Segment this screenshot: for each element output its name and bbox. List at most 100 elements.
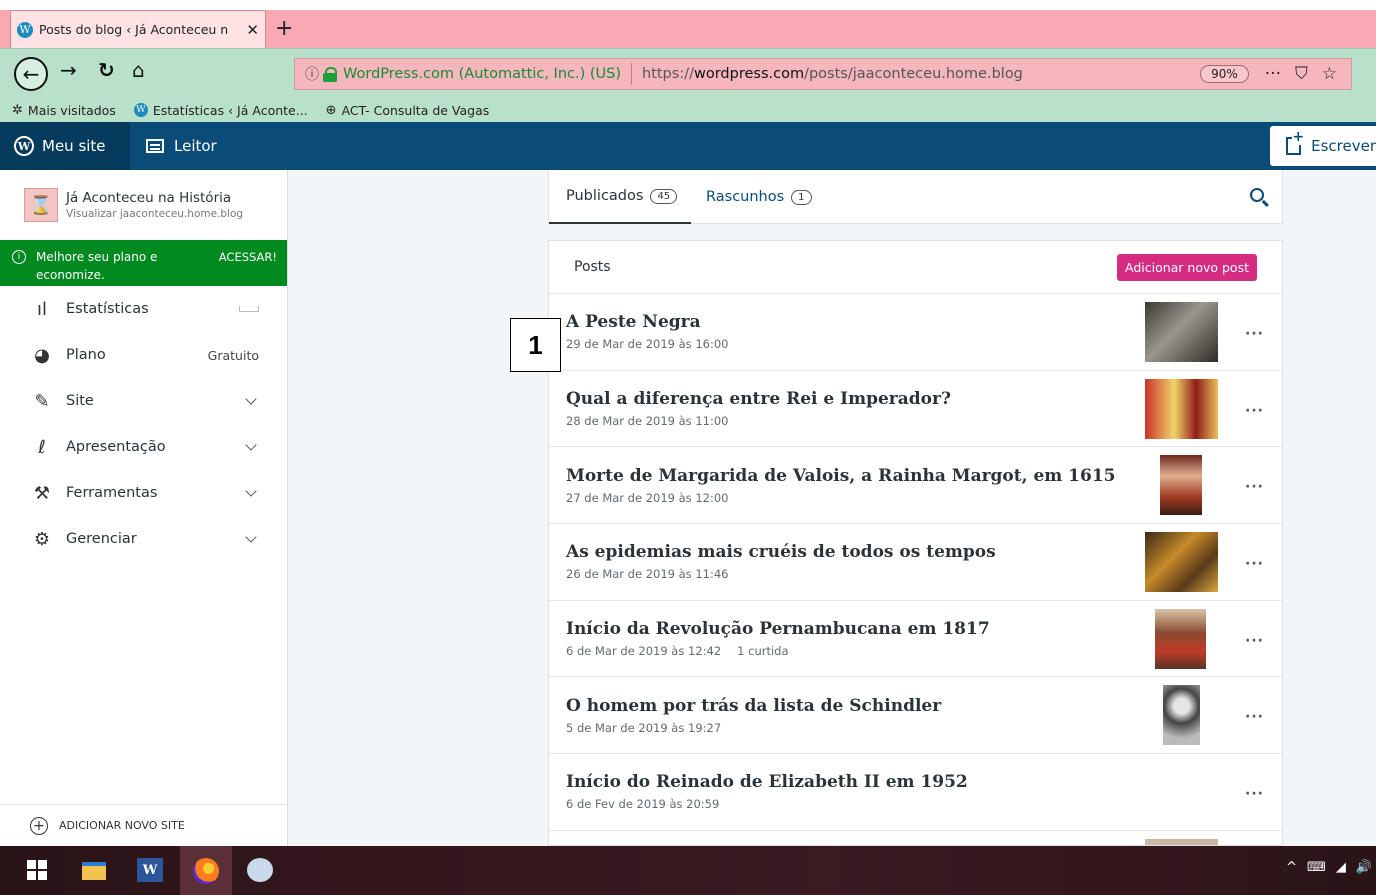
url-text[interactable]: https://wordpress.com/posts/jaaconteceu.…: [642, 66, 1200, 82]
post-row[interactable]: A Peste Negra 29 de Mar de 2019 às 16:00…: [549, 294, 1282, 371]
post-thumbnail[interactable]: [1145, 378, 1218, 439]
post-row[interactable]: O homem por trás da lista de Schindler 5…: [549, 677, 1282, 755]
post-row[interactable]: Início do Reinado de Elizabeth II em 195…: [549, 754, 1282, 831]
more-options-icon[interactable]: ···: [1245, 556, 1264, 572]
new-tab-button[interactable]: +: [275, 16, 293, 41]
file-explorer-icon[interactable]: [82, 862, 106, 880]
sidebar-item-stats[interactable]: ıl Estatísticas: [0, 286, 287, 332]
post-row-partial[interactable]: [549, 831, 1282, 845]
reader-button[interactable]: Leitor: [132, 122, 231, 170]
write-button[interactable]: Escrever: [1270, 126, 1376, 166]
pencil-icon: ✎: [34, 390, 50, 412]
info-icon[interactable]: ⓘ: [305, 64, 319, 84]
add-new-site-button[interactable]: + ADICIONAR NOVO SITE: [0, 804, 288, 846]
page-actions-icon[interactable]: ···: [1265, 64, 1281, 84]
upgrade-banner[interactable]: i Melhore seu plano e economize. ACESSAR…: [0, 240, 287, 286]
more-options-icon[interactable]: ···: [1245, 709, 1264, 725]
posts-list: Posts Adicionar novo post A Peste Negra …: [548, 240, 1283, 846]
reader-icon: [146, 139, 164, 153]
forward-button[interactable]: →: [60, 58, 77, 82]
sparkline: [239, 306, 259, 312]
globe-icon: ⊕: [325, 102, 337, 118]
posts-tabs: Publicados 45 Rascunhos 1: [548, 170, 1283, 224]
posts-header-label: Posts: [574, 259, 611, 275]
site-hourglass-icon: ⌛: [24, 188, 58, 222]
back-button[interactable]: ←: [14, 57, 48, 91]
close-icon[interactable]: ✕: [246, 21, 259, 39]
volume-icon[interactable]: 🔊: [1356, 860, 1372, 875]
published-count: 45: [650, 188, 678, 204]
word-icon[interactable]: W: [137, 858, 163, 882]
site-url[interactable]: Visualizar jaaconteceu.home.blog: [66, 208, 243, 220]
post-row[interactable]: Início da Revolução Pernambucana em 1817…: [549, 601, 1282, 678]
wordpress-icon: W: [17, 21, 33, 38]
reload-button[interactable]: ↻: [98, 58, 115, 82]
chevron-down-icon[interactable]: [245, 485, 257, 497]
home-button[interactable]: ⌂: [132, 58, 145, 82]
windows-start-icon[interactable]: [27, 860, 47, 880]
post-thumbnail[interactable]: [1160, 455, 1202, 516]
keyboard-icon[interactable]: ⌨: [1307, 860, 1326, 875]
url-divider: [631, 63, 632, 85]
bookmark-act[interactable]: ⊕ ACT- Consulta de Vagas: [326, 103, 490, 118]
add-new-post-button[interactable]: Adicionar novo post: [1116, 253, 1257, 281]
lock-icon: [323, 67, 337, 82]
sidebar-item-manage[interactable]: ⚙ Gerenciar: [0, 516, 287, 562]
more-options-icon[interactable]: ···: [1245, 633, 1264, 649]
gear-icon: ✲: [12, 102, 23, 118]
network-icon[interactable]: ◢: [1336, 860, 1346, 875]
tab-published[interactable]: Publicados 45: [549, 170, 691, 224]
post-thumbnail[interactable]: [1145, 532, 1218, 593]
chevron-down-icon[interactable]: [245, 531, 257, 543]
more-options-icon[interactable]: ···: [1245, 479, 1264, 495]
appearance-icon: ℓ: [38, 436, 46, 458]
browser-tab[interactable]: W Posts do blog ‹ Já Aconteceu n ✕: [10, 10, 266, 48]
search-icon[interactable]: [1250, 188, 1264, 202]
tools-icon: ⚒: [33, 482, 51, 504]
posts-list-header: Posts Adicionar novo post: [549, 241, 1282, 294]
url-bar[interactable]: ⓘ WordPress.com (Automattic, Inc.) (US) …: [294, 58, 1352, 90]
wp-masterbar: W Meu site Leitor Escrever: [0, 122, 1376, 170]
bookmarks-bar: ✲ Mais visitados W Estatísticas ‹ Já Aco…: [0, 98, 1376, 122]
tab-drafts[interactable]: Rascunhos 1: [706, 170, 812, 224]
post-row[interactable]: Qual a diferença entre Rei e Imperador? …: [549, 371, 1282, 448]
post-thumbnail[interactable]: [1155, 608, 1206, 669]
pocket-icon[interactable]: ⛉: [1295, 64, 1308, 84]
post-row[interactable]: Morte de Margarida de Valois, a Rainha M…: [549, 447, 1282, 525]
post-date: 6 de Fev de 2019 às 20:59: [566, 797, 720, 812]
gear-icon: ⚙: [33, 528, 51, 550]
site-name: Já Aconteceu na História: [66, 190, 232, 206]
wordpress-icon: W: [133, 103, 148, 117]
more-options-icon[interactable]: ···: [1245, 326, 1264, 342]
more-options-icon[interactable]: ···: [1245, 403, 1264, 419]
info-icon: i: [12, 250, 26, 264]
sidebar-item-tools[interactable]: ⚒ Ferramentas: [0, 470, 287, 516]
post-thumbnail[interactable]: [1145, 302, 1218, 362]
sidebar-item-plan[interactable]: ◕ Plano Gratuito: [0, 332, 287, 378]
sidebar-item-site[interactable]: ✎ Site: [0, 378, 287, 424]
paint-icon[interactable]: [247, 858, 273, 882]
chevron-down-icon[interactable]: [245, 439, 257, 451]
post-thumbnail[interactable]: [1145, 838, 1218, 845]
zoom-level[interactable]: 90%: [1200, 65, 1249, 83]
tray-expand-icon[interactable]: ^: [1286, 860, 1297, 875]
upgrade-cta[interactable]: ACESSAR!: [219, 248, 277, 286]
bookmark-most-visited[interactable]: ✲ Mais visitados: [12, 103, 116, 118]
chevron-down-icon[interactable]: [245, 393, 257, 405]
firefox-icon[interactable]: [180, 846, 232, 895]
bookmark-stats[interactable]: W Estatísticas ‹ Já Aconte...: [133, 103, 308, 118]
sidebar-item-appearance[interactable]: ℓ Apresentação: [0, 424, 287, 470]
wordpress-icon: W: [14, 136, 34, 156]
post-row[interactable]: As epidemias mais cruéis de todos os tem…: [549, 524, 1282, 601]
bookmark-star-icon[interactable]: ☆: [1322, 64, 1337, 84]
browser-nav-bar: ← → ↻ ⌂ ⓘ WordPress.com (Automattic, Inc…: [0, 48, 1376, 98]
my-site-button[interactable]: W Meu site: [0, 122, 130, 170]
post-thumbnail[interactable]: [1163, 685, 1200, 746]
tab-title: Posts do blog ‹ Já Aconteceu n: [39, 22, 229, 37]
more-options-icon[interactable]: ···: [1245, 786, 1264, 802]
annotation-marker: 1: [510, 318, 561, 372]
post-title[interactable]: Início do Reinado de Elizabeth II em 195…: [566, 772, 1282, 792]
site-identity: WordPress.com (Automattic, Inc.) (US): [343, 66, 621, 82]
site-card[interactable]: ⌛ Já Aconteceu na História Visualizar ja…: [0, 170, 287, 240]
sidebar: ⌛ Já Aconteceu na História Visualizar ja…: [0, 170, 288, 846]
